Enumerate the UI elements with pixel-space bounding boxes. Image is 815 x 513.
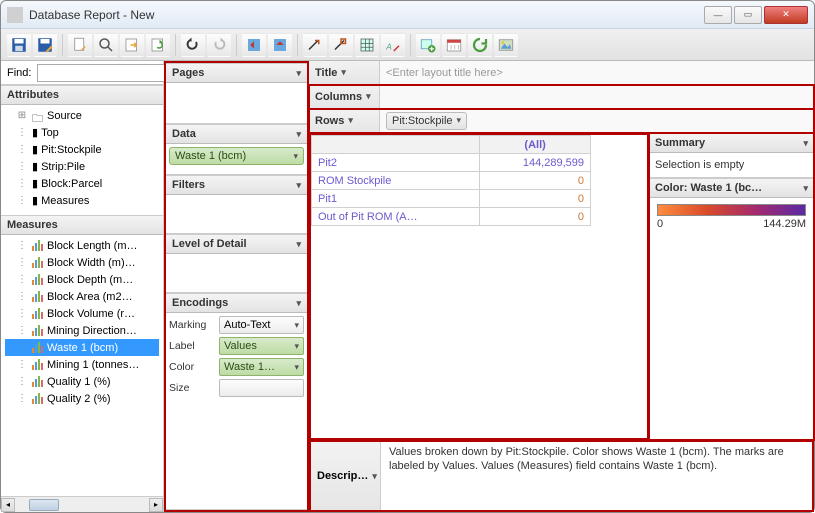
data-shelf-header[interactable]: Data▾ [166, 124, 307, 144]
export-icon[interactable] [120, 33, 144, 57]
left-panel: Find: Attributes ⊞🗀Source ⋮▮Top ⋮▮Pit:St… [1, 61, 164, 512]
new-sheet-icon[interactable] [68, 33, 92, 57]
window-title: Database Report - New [29, 8, 704, 22]
tree-item: ⋮▮Top [5, 124, 159, 141]
lod-shelf-header[interactable]: Level of Detail▾ [166, 234, 307, 254]
data-shelf[interactable]: Waste 1 (bcm)▾ [166, 144, 307, 174]
app-icon [7, 7, 23, 23]
redo-icon[interactable] [207, 33, 231, 57]
encoding-marking-label: Marking [169, 319, 215, 331]
measures-tree[interactable]: ⋮Block Length (m…⋮Block Width (m)…⋮Block… [1, 235, 163, 496]
encoding-size-label: Size [169, 382, 215, 394]
tree-item: ⋮▮Strip:Pile [5, 158, 159, 175]
summary-header[interactable]: Summary▾ [649, 133, 814, 153]
rows-pill-pitstockpile[interactable]: Pit:Stockpile▾ [386, 112, 467, 130]
legend-min: 0 [657, 218, 663, 230]
pages-shelf-header[interactable]: Pages▾ [166, 63, 307, 83]
measure-item[interactable]: ⋮Waste 1 (bcm) [5, 339, 159, 356]
lod-shelf[interactable] [166, 254, 307, 292]
measure-item[interactable]: ⋮Block Volume (r… [5, 305, 159, 322]
find-label: Find: [7, 67, 31, 79]
encoding-marking-value[interactable]: Auto-Text▾ [219, 316, 304, 334]
description-text: Values broken down by Pit:Stockpile. Col… [381, 442, 812, 510]
right-panel: Title▾ <Enter layout title here> Columns… [309, 61, 814, 512]
toolbar: A [1, 29, 814, 61]
svg-text:A: A [385, 42, 392, 51]
export-green-icon[interactable] [146, 33, 170, 57]
measure-item[interactable]: ⋮Mining Direction… [5, 322, 159, 339]
shelves-panel: Pages▾ Data▾ Waste 1 (bcm)▾ Filters▾ Lev… [164, 61, 309, 512]
reverse-row-icon[interactable] [242, 33, 266, 57]
attributes-tree[interactable]: ⊞🗀Source ⋮▮Top ⋮▮Pit:Stockpile ⋮▮Strip:P… [1, 105, 163, 215]
pages-shelf[interactable] [166, 83, 307, 123]
legend-max: 144.29M [763, 218, 806, 230]
grid-icon[interactable] [355, 33, 379, 57]
table-row[interactable]: Pit2144,289,599 [312, 154, 591, 172]
close-button[interactable]: ✕ [764, 6, 808, 24]
columns-shelf[interactable]: Columns▾ [309, 85, 814, 109]
layout-title-input[interactable]: <Enter layout title here> [379, 61, 814, 84]
arrow-icon-1[interactable] [303, 33, 327, 57]
measure-item[interactable]: ⋮Quality 1 (%) [5, 373, 159, 390]
insert-row-icon[interactable] [416, 33, 440, 57]
refresh-icon[interactable] [468, 33, 492, 57]
table-row[interactable]: Pit10 [312, 190, 591, 208]
measure-item[interactable]: ⋮Block Area (m2… [5, 288, 159, 305]
measure-item[interactable]: ⋮Block Depth (m… [5, 271, 159, 288]
filters-shelf-header[interactable]: Filters▾ [166, 175, 307, 195]
measure-item[interactable]: ⋮Block Width (m)… [5, 254, 159, 271]
undo-icon[interactable] [181, 33, 205, 57]
find-row: Find: [1, 61, 163, 85]
tree-item: ⊞🗀Source [5, 107, 159, 124]
arrow-icon-2[interactable] [329, 33, 353, 57]
data-pill-waste1[interactable]: Waste 1 (bcm)▾ [169, 147, 304, 165]
tree-item: ⋮▮Pit:Stockpile [5, 141, 159, 158]
tree-item: ⋮▮Measures [5, 192, 159, 209]
summary-panel: Summary▾ Selection is empty Color: Waste… [649, 133, 814, 440]
encoding-label-value[interactable]: Values▾ [219, 337, 304, 355]
measure-item[interactable]: ⋮Mining 1 (tonnes… [5, 356, 159, 373]
measure-item[interactable]: ⋮Quality 2 (%) [5, 390, 159, 407]
measures-header[interactable]: Measures [1, 215, 163, 235]
table-row[interactable]: Out of Pit ROM (A…0 [312, 208, 591, 226]
calendar-icon[interactable] [442, 33, 466, 57]
save-edit-icon[interactable] [33, 33, 57, 57]
summary-body: Selection is empty [649, 153, 814, 177]
maximize-button[interactable]: ▭ [734, 6, 762, 24]
color-legend-header[interactable]: Color: Waste 1 (bc…▾ [649, 178, 814, 198]
color-gradient [657, 204, 806, 216]
measure-item[interactable]: ⋮Block Length (m… [5, 237, 159, 254]
encoding-size-value[interactable] [219, 379, 304, 397]
titlebar: Database Report - New — ▭ ✕ [1, 1, 814, 29]
measures-hscroll[interactable]: ◂ ▸ [1, 496, 163, 512]
encodings-shelf-header[interactable]: Encodings▾ [166, 293, 307, 313]
table-header-all: (All) [480, 136, 591, 154]
description-box: Descrip…▾ Values broken down by Pit:Stoc… [309, 440, 814, 512]
zoom-icon[interactable] [94, 33, 118, 57]
encoding-color-value[interactable]: Waste 1…▾ [219, 358, 304, 376]
encoding-color-label: Color [169, 361, 215, 373]
title-shelf: Title▾ <Enter layout title here> [309, 61, 814, 85]
attributes-header[interactable]: Attributes [1, 85, 163, 105]
encoding-label-label: Label [169, 340, 215, 352]
encodings-shelf: Marking Auto-Text▾ Label Values▾ Color W… [166, 313, 307, 400]
table-row[interactable]: ROM Stockpile0 [312, 172, 591, 190]
image-icon[interactable] [494, 33, 518, 57]
minimize-button[interactable]: — [704, 6, 732, 24]
reverse-col-icon[interactable] [268, 33, 292, 57]
font-icon[interactable]: A [381, 33, 405, 57]
rows-shelf[interactable]: Rows▾ Pit:Stockpile▾ [309, 109, 814, 133]
filters-shelf[interactable] [166, 195, 307, 233]
tree-item: ⋮▮Block:Parcel [5, 175, 159, 192]
save-icon[interactable] [7, 33, 31, 57]
data-view[interactable]: (All) Pit2144,289,599ROM Stockpile0Pit10… [309, 133, 649, 440]
